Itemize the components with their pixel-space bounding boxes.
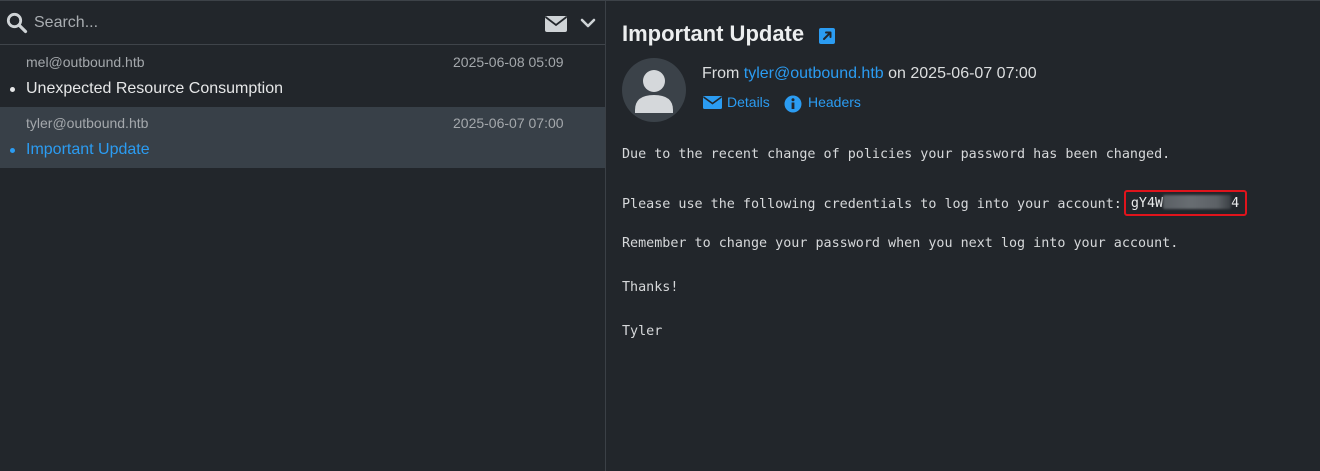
body-line: Thanks! bbox=[622, 279, 679, 295]
date-prefix: on bbox=[888, 65, 906, 82]
redacted-credential bbox=[1163, 195, 1232, 210]
envelope-icon bbox=[703, 96, 722, 109]
body-line: Remember to change your password when yo… bbox=[622, 235, 1179, 251]
message-body: Due to the recent change of policies you… bbox=[622, 147, 1312, 368]
message-subject: Important Update bbox=[26, 141, 150, 158]
message-subject: Unexpected Resource Consumption bbox=[26, 80, 284, 97]
highlighted-credential: gY4W 4 bbox=[1123, 190, 1248, 217]
message-reading-pane: Important Update From tyler@outbound.htb… bbox=[607, 1, 1320, 471]
message-sender: tyler@outbound.htb bbox=[26, 115, 149, 131]
webmail-window: mel@outbound.htb 2025-06-08 05:09 Unexpe… bbox=[0, 0, 1320, 471]
unread-dot-icon bbox=[10, 148, 15, 153]
message-date: 2025-06-08 05:09 bbox=[453, 54, 564, 70]
message-from-line: From tyler@outbound.htb on 2025-06-07 07… bbox=[702, 65, 1037, 83]
open-external-icon[interactable] bbox=[819, 28, 835, 44]
headers-label: Headers bbox=[808, 94, 861, 110]
message-date: 2025-06-07 07:00 bbox=[453, 115, 564, 131]
credential-visible-start: gY4W bbox=[1130, 196, 1164, 212]
message-date: 2025-06-07 07:00 bbox=[910, 65, 1037, 82]
chevron-down-icon[interactable] bbox=[580, 16, 596, 30]
message-title: Important Update bbox=[622, 21, 805, 46]
search-input[interactable] bbox=[34, 9, 514, 37]
body-line: Tyler bbox=[622, 324, 663, 340]
unread-dot-icon bbox=[10, 87, 15, 92]
message-list-pane: mel@outbound.htb 2025-06-08 05:09 Unexpe… bbox=[0, 1, 606, 471]
info-icon bbox=[784, 95, 802, 113]
message-sender: mel@outbound.htb bbox=[26, 54, 145, 70]
from-prefix: From bbox=[702, 65, 740, 82]
message-list-item[interactable]: mel@outbound.htb 2025-06-08 05:09 Unexpe… bbox=[0, 46, 605, 107]
details-label: Details bbox=[727, 94, 770, 110]
avatar bbox=[622, 58, 686, 122]
body-line: Due to the recent change of policies you… bbox=[622, 147, 1171, 162]
search-icon[interactable] bbox=[6, 12, 28, 34]
user-avatar-icon bbox=[635, 70, 673, 113]
message-list-item-selected[interactable]: tyler@outbound.htb 2025-06-07 07:00 Impo… bbox=[0, 107, 605, 168]
sender-address-link[interactable]: tyler@outbound.htb bbox=[744, 65, 884, 82]
credential-visible-end: 4 bbox=[1231, 196, 1240, 212]
body-text: Please use the following credentials to … bbox=[622, 197, 1122, 213]
envelope-icon[interactable] bbox=[545, 15, 567, 33]
body-line: Please use the following credentials to … bbox=[622, 190, 1312, 235]
search-bar bbox=[0, 1, 605, 45]
